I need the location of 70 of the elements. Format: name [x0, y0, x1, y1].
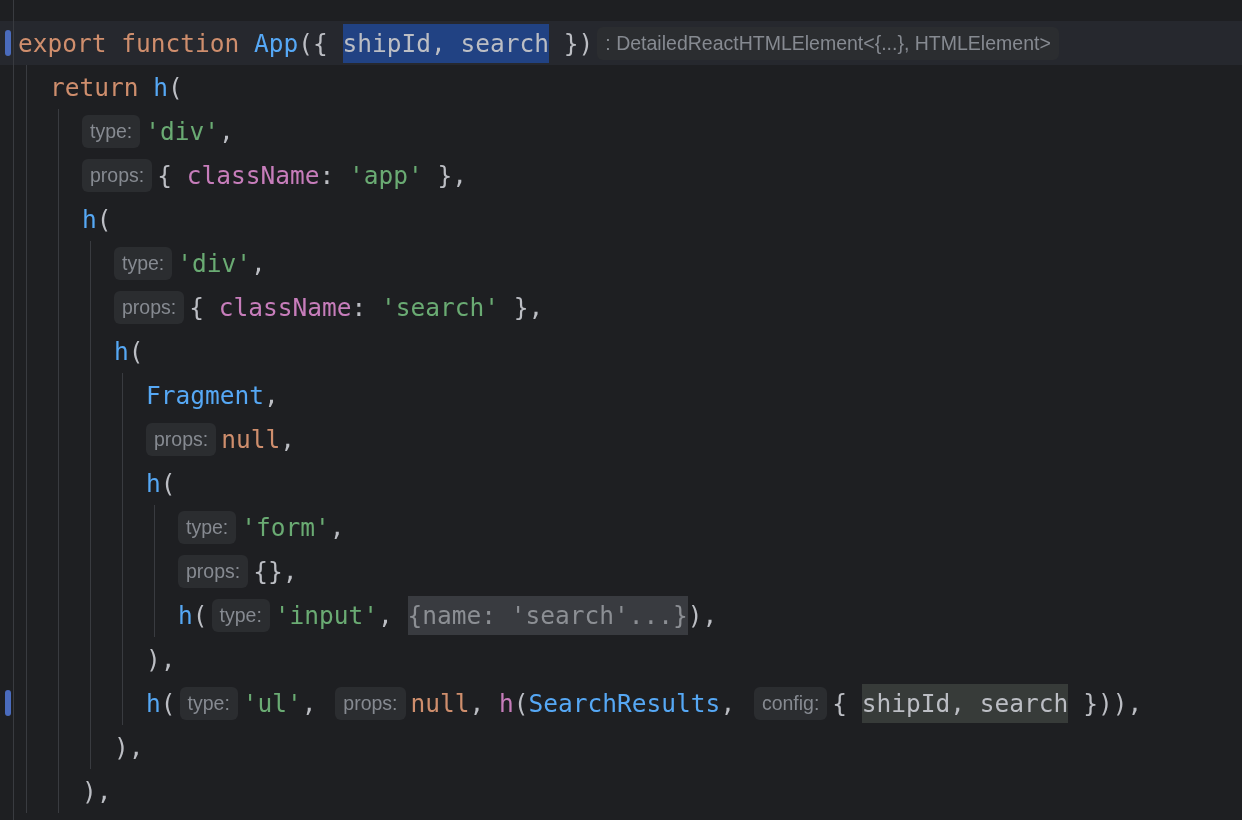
- keyword: export: [18, 28, 107, 58]
- code-text: (: [513, 688, 529, 718]
- inlay-hint[interactable]: type:: [178, 510, 237, 544]
- inlay-hint[interactable]: type:: [211, 598, 270, 632]
- function-name: h: [178, 600, 193, 630]
- function-name: h: [114, 336, 129, 366]
- code-text: ,: [280, 424, 295, 454]
- inlay-hint[interactable]: props:: [82, 158, 153, 192]
- function-name: Fragment: [146, 380, 264, 410]
- keyword: null: [410, 688, 470, 718]
- keyword: return: [50, 72, 139, 102]
- selected-text: shipId, search: [342, 23, 550, 63]
- property-name: h: [499, 688, 514, 718]
- inlay-hint[interactable]: props:: [335, 686, 406, 720]
- code-text: {: [832, 688, 849, 718]
- code-text: }): [562, 28, 594, 58]
- code-text: ),: [82, 776, 112, 806]
- inlay-hint[interactable]: config:: [753, 686, 828, 720]
- code-text: (: [168, 72, 183, 102]
- string-literal: 'div': [177, 248, 252, 278]
- code-text: ,: [251, 248, 266, 278]
- inlay-hint[interactable]: props:: [114, 290, 185, 324]
- function-name: h: [152, 72, 169, 102]
- code-text: ,: [301, 688, 318, 718]
- code-text: {: [157, 160, 173, 190]
- code-text: (: [192, 600, 208, 630]
- code-text: (: [160, 468, 176, 498]
- code-text: (: [96, 204, 112, 234]
- code-text: ),: [114, 732, 144, 762]
- inlay-hint[interactable]: type:: [82, 114, 141, 148]
- code-text: ,: [264, 380, 279, 410]
- code-text: (: [128, 336, 144, 366]
- property-name: className: [218, 292, 352, 322]
- code-text: ({: [298, 28, 329, 58]
- inlay-hint[interactable]: type:: [114, 246, 173, 280]
- keyword: function: [120, 28, 240, 58]
- code-text: },: [436, 160, 468, 190]
- code-text: ),: [687, 600, 718, 630]
- code-text: })),: [1082, 688, 1143, 718]
- function-name: h: [146, 688, 161, 718]
- inlay-hint[interactable]: props:: [178, 554, 249, 588]
- code-text: ),: [146, 644, 176, 674]
- highlighted-text: shipId, search: [861, 683, 1069, 723]
- code-text: ,: [219, 116, 234, 146]
- folded-code[interactable]: {name: 'search'...}: [407, 595, 688, 635]
- string-literal: 'ul': [242, 688, 302, 718]
- code-text: ,: [469, 688, 486, 718]
- function-name: App: [253, 28, 299, 58]
- code-text: ,: [329, 512, 345, 542]
- function-name: h: [146, 468, 161, 498]
- code-text: ,: [720, 688, 737, 718]
- string-literal: 'div': [145, 116, 220, 146]
- code-text: (: [160, 688, 176, 718]
- string-literal: 'form': [241, 512, 330, 542]
- code-text: :: [319, 160, 336, 190]
- function-name: SearchResults: [528, 688, 721, 718]
- inlay-hint[interactable]: props:: [146, 422, 217, 456]
- string-literal: 'input': [274, 600, 379, 630]
- function-name: h: [82, 204, 97, 234]
- string-literal: 'app': [349, 160, 423, 190]
- string-literal: 'search': [381, 292, 499, 322]
- code-text: {},: [253, 556, 298, 586]
- code-text: ,: [378, 600, 394, 630]
- code-text: },: [512, 292, 544, 322]
- keyword: null: [221, 424, 281, 454]
- property-name: className: [186, 160, 320, 190]
- code-text: :: [351, 292, 368, 322]
- code-text: {: [189, 292, 205, 322]
- inlay-hint[interactable]: : DetailedReactHTMLElement<{...}, HTMLElement>: [597, 26, 1059, 60]
- inlay-hint[interactable]: type:: [179, 686, 238, 720]
